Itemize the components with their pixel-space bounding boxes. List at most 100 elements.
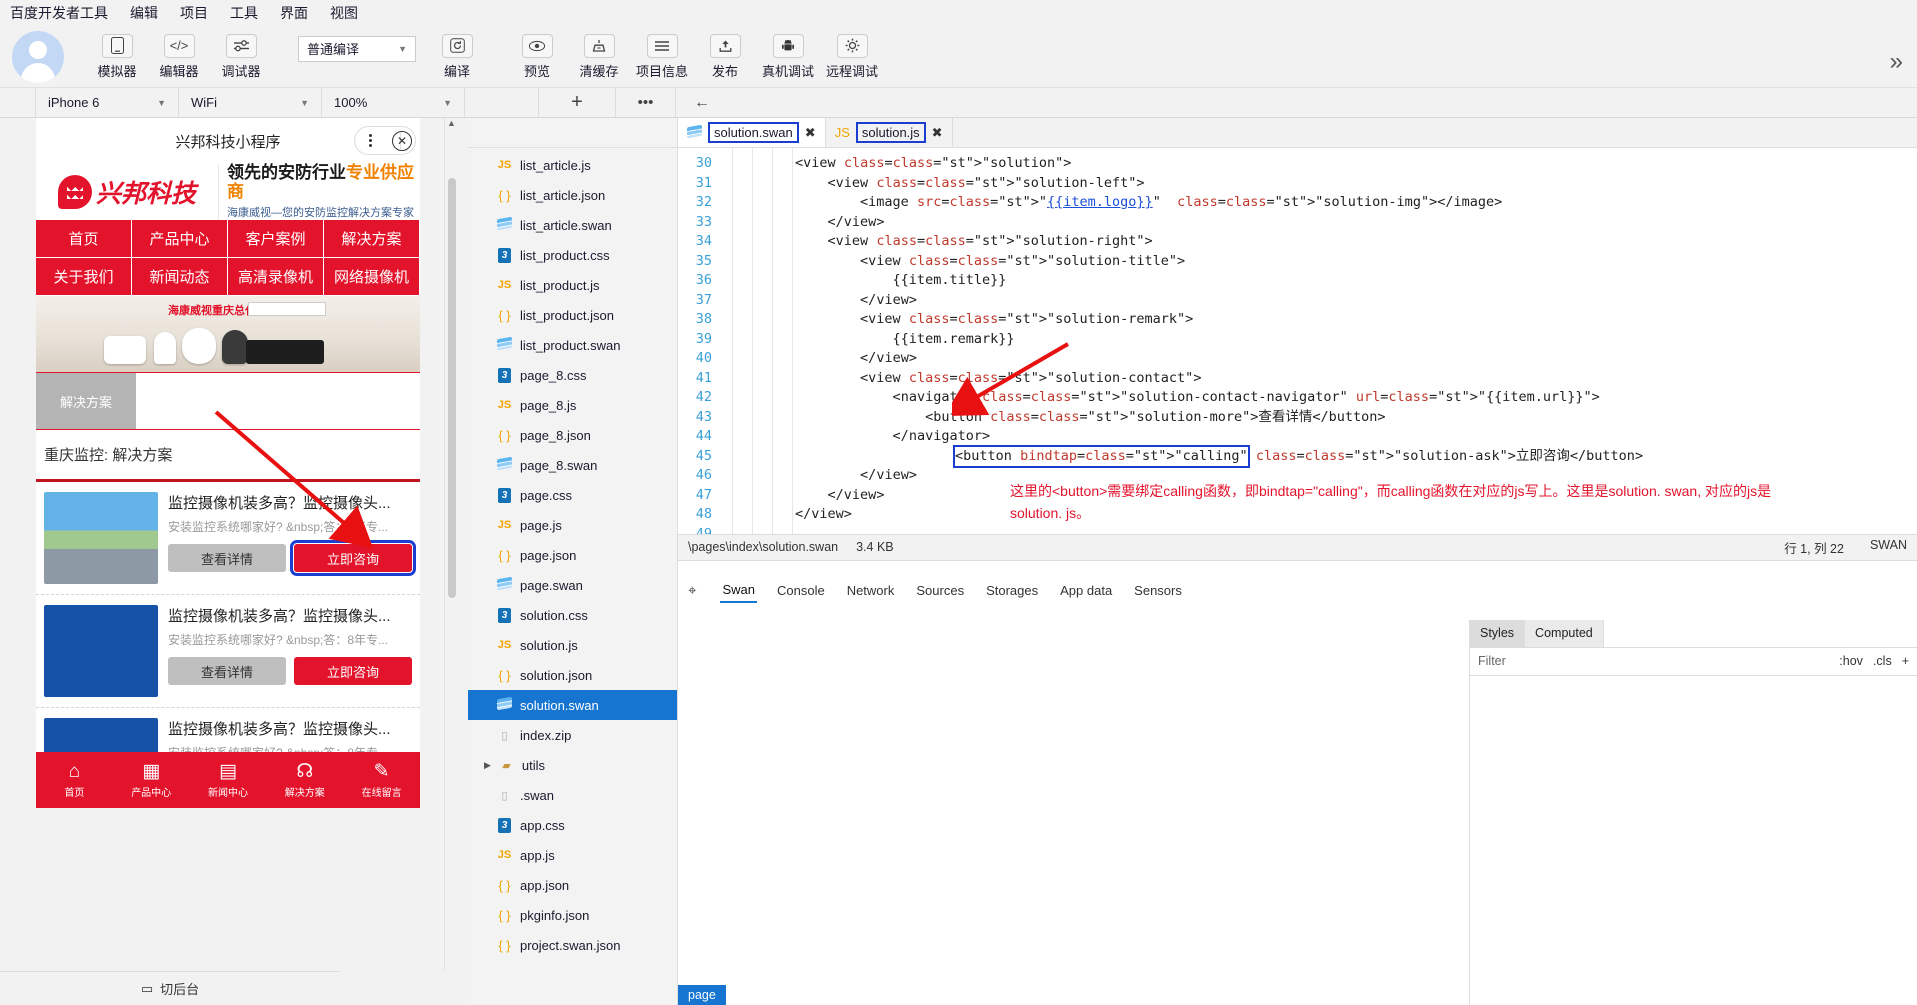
filter-input[interactable]: Filter xyxy=(1478,654,1506,668)
clear-cache-button[interactable]: 清缓存 xyxy=(568,34,630,80)
brand-logo[interactable]: 兴邦科技 xyxy=(36,164,219,220)
tree-item[interactable]: { }list_product.json xyxy=(468,300,677,330)
debugger-button[interactable]: 调试器 xyxy=(210,34,272,80)
tree-item[interactable]: JSsolution.js xyxy=(468,630,677,660)
dom-tree-pane[interactable]: page xyxy=(678,620,1469,1005)
item-detail-button[interactable]: 查看详情 xyxy=(168,544,286,572)
cls-toggle[interactable]: .cls xyxy=(1873,654,1892,668)
nav-item-4[interactable]: 关于我们 xyxy=(36,258,132,296)
tree-item[interactable]: { }list_article.json xyxy=(468,180,677,210)
item-ask-button[interactable]: 立即咨询 xyxy=(294,544,412,572)
tree-item[interactable]: list_product.swan xyxy=(468,330,677,360)
tree-item[interactable]: 3page.css xyxy=(468,480,677,510)
code-line[interactable] xyxy=(730,525,1917,534)
tabbar-item-home[interactable]: ⌂ 首页 xyxy=(36,752,113,808)
tree-item[interactable]: 3list_product.css xyxy=(468,240,677,270)
code-line[interactable]: <navigator class=class="st">"solution-co… xyxy=(730,388,1917,408)
editor-button[interactable]: </> 编辑器 xyxy=(148,34,210,80)
scrollbar-thumb[interactable] xyxy=(448,178,456,598)
menu-item-view[interactable]: 视图 xyxy=(330,3,358,23)
tree-item[interactable]: 3solution.css xyxy=(468,600,677,630)
compile-mode-select[interactable]: 普通编译 ▼ xyxy=(298,36,416,62)
background-label[interactable]: 切后台 xyxy=(160,979,199,998)
tree-item[interactable]: 3page_8.css xyxy=(468,360,677,390)
tree-item[interactable]: { }page_8.json xyxy=(468,420,677,450)
devtools-tab-swan[interactable]: Swan xyxy=(720,578,757,603)
code-line[interactable]: <view class=class="st">"solution-right"> xyxy=(730,232,1917,252)
code-line[interactable]: </navigator> xyxy=(730,427,1917,447)
add-rule-button[interactable]: + xyxy=(1902,654,1909,668)
project-info-button[interactable]: 项目信息 xyxy=(630,34,694,80)
tree-item[interactable]: 3app.css xyxy=(468,810,677,840)
code-line[interactable]: <button class=class="st">"solution-more"… xyxy=(730,408,1917,428)
file-tree-list[interactable]: JSlist_article.js { }list_article.json l… xyxy=(468,148,677,1005)
nav-item-7[interactable]: 网络摄像机 xyxy=(324,258,420,296)
tab-back-button[interactable]: ← xyxy=(676,88,728,117)
code-line[interactable]: <view class=class="st">"solution-contact… xyxy=(730,369,1917,389)
tree-item-folder[interactable]: ▶▰utils xyxy=(468,750,677,780)
nav-item-1[interactable]: 产品中心 xyxy=(132,220,228,258)
devtools-tab-storages[interactable]: Storages xyxy=(984,579,1040,602)
menu-item-app[interactable]: 百度开发者工具 xyxy=(10,3,108,23)
network-select[interactable]: WiFi ▼ xyxy=(179,88,322,117)
nav-item-3[interactable]: 解决方案 xyxy=(324,220,420,258)
device-select[interactable]: iPhone 6 ▼ xyxy=(36,88,179,117)
avatar[interactable] xyxy=(12,31,64,83)
code-content[interactable]: <view class=class="st">"solution"> <view… xyxy=(720,148,1917,534)
tree-item[interactable]: { }app.json xyxy=(468,870,677,900)
more-icon[interactable] xyxy=(369,134,372,147)
tree-item[interactable]: page_8.swan xyxy=(468,450,677,480)
code-line[interactable]: </view> xyxy=(730,349,1917,369)
chevron-right-icon[interactable]: ▶ xyxy=(484,760,491,771)
tree-item[interactable]: JSlist_product.js xyxy=(468,270,677,300)
item-detail-button[interactable]: 查看详情 xyxy=(168,657,286,685)
scroll-up-icon[interactable]: ▲ xyxy=(445,118,458,128)
editor-tab-solution-js[interactable]: JS solution.js ✖ xyxy=(826,118,953,147)
code-line[interactable]: <view class=class="st">"solution-remark"… xyxy=(730,310,1917,330)
new-file-button[interactable]: + xyxy=(539,88,616,117)
tree-item[interactable]: JSpage.js xyxy=(468,510,677,540)
tree-item[interactable]: { }solution.json xyxy=(468,660,677,690)
device-debug-button[interactable]: 真机调试 xyxy=(756,34,820,80)
tabbar-item-news[interactable]: ▤ 新闻中心 xyxy=(190,752,267,808)
nav-item-0[interactable]: 首页 xyxy=(36,220,132,258)
menu-item-edit[interactable]: 编辑 xyxy=(130,3,158,23)
code-line[interactable]: </view> xyxy=(730,213,1917,233)
tabbar-item-products[interactable]: ▦ 产品中心 xyxy=(113,752,190,808)
promo-banner[interactable]: 海康威视重庆总代 xyxy=(36,296,420,372)
solution-list-item[interactable]: 监控摄像机装多高？监控摄像头... 安装监控系统哪家好? &nbsp;答：8年专… xyxy=(36,482,420,595)
nav-item-6[interactable]: 高清录像机 xyxy=(228,258,324,296)
tab-more-button[interactable]: ••• xyxy=(616,88,676,117)
code-line[interactable]: </view> xyxy=(730,505,1917,525)
menu-item-project[interactable]: 项目 xyxy=(180,3,208,23)
tree-item[interactable]: { }page.json xyxy=(468,540,677,570)
nav-item-5[interactable]: 新闻动态 xyxy=(132,258,228,296)
code-line[interactable]: {{item.remark}} xyxy=(730,330,1917,350)
item-ask-button[interactable]: 立即咨询 xyxy=(294,657,412,685)
tree-item[interactable]: { }pkginfo.json xyxy=(468,900,677,930)
tabbar-item-solutions[interactable]: ☊ 解决方案 xyxy=(266,752,343,808)
page-chip[interactable]: page xyxy=(678,985,726,1005)
tree-item[interactable]: JSapp.js xyxy=(468,840,677,870)
tree-item[interactable]: page.swan xyxy=(468,570,677,600)
remote-debug-button[interactable]: 远程调试 xyxy=(820,34,884,80)
devtools-tab-sensors[interactable]: Sensors xyxy=(1132,579,1184,602)
nav-item-2[interactable]: 客户案例 xyxy=(228,220,324,258)
tree-item[interactable]: ▯.swan xyxy=(468,780,677,810)
close-icon[interactable]: ✕ xyxy=(392,131,412,151)
menu-item-tools[interactable]: 工具 xyxy=(230,3,258,23)
tree-item[interactable]: list_article.swan xyxy=(468,210,677,240)
close-icon[interactable]: ✖ xyxy=(805,125,816,141)
language-mode[interactable]: SWAN xyxy=(1870,538,1907,557)
tabbar-item-message[interactable]: ✎ 在线留言 xyxy=(343,752,420,808)
editor-tab-solution-swan[interactable]: solution.swan ✖ xyxy=(678,118,826,147)
code-line[interactable]: <image src=class="st">"{{item.logo}}" cl… xyxy=(730,193,1917,213)
solution-list-item[interactable]: 监控摄像机装多高？监控摄像头... 安装监控系统哪家好? &nbsp;答：8年专… xyxy=(36,595,420,708)
devtools-tab-appdata[interactable]: App data xyxy=(1058,579,1114,602)
devtools-tab-sources[interactable]: Sources xyxy=(914,579,966,602)
toolbar-expand-button[interactable]: » xyxy=(1890,48,1903,76)
compile-button[interactable]: 编译 xyxy=(426,34,488,80)
devtools-tab-network[interactable]: Network xyxy=(845,579,897,602)
tree-item[interactable]: JSpage_8.js xyxy=(468,390,677,420)
code-line[interactable]: <view class=class="st">"solution"> xyxy=(730,154,1917,174)
